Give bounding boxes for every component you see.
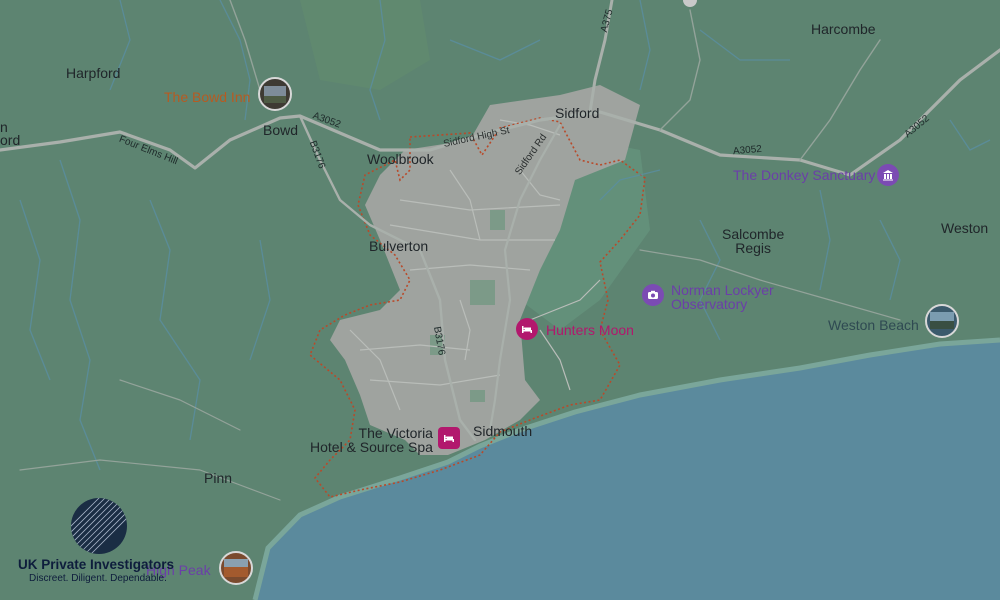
brand-title: UK Private Investigators	[18, 557, 175, 572]
hotel-icon[interactable]	[516, 318, 538, 340]
photo-thumbnail[interactable]	[219, 551, 253, 585]
park	[470, 280, 495, 305]
place-label-victoria-line2: Hotel & Source Spa	[310, 439, 433, 455]
photo-thumbnail[interactable]	[258, 77, 292, 111]
place-label-lockyer-line2: Observatory	[671, 296, 748, 312]
park	[490, 210, 505, 230]
park	[470, 390, 485, 402]
photo-thumbnail[interactable]	[925, 304, 959, 338]
brand-tagline: Discreet. Diligent. Dependable.	[29, 573, 167, 584]
town-label-bulverton[interactable]: Bulverton	[369, 239, 428, 253]
town-label-edge-2[interactable]: ord	[0, 133, 20, 147]
town-label-pinn[interactable]: Pinn	[204, 471, 232, 485]
camera-icon[interactable]	[642, 284, 664, 306]
place-label-norman-lockyer[interactable]: Norman Lockyer Observatory	[671, 283, 774, 311]
place-label-bowd-inn[interactable]: The Bowd Inn	[164, 90, 250, 104]
town-label-salcombe-regis[interactable]: Salcombe Regis	[722, 227, 784, 255]
town-label-harcombe[interactable]: Harcombe	[811, 22, 876, 36]
town-label-sidford[interactable]: Sidford	[555, 106, 599, 120]
town-label-harpford[interactable]: Harpford	[66, 66, 120, 80]
place-label-weston-beach[interactable]: Weston Beach	[828, 318, 919, 332]
place-label-donkey-sanctuary[interactable]: The Donkey Sanctuary	[733, 168, 875, 182]
place-label-victoria-hotel[interactable]: The Victoria Hotel & Source Spa	[310, 426, 433, 454]
town-label-woolbrook[interactable]: Woolbrook	[367, 152, 434, 166]
town-label-regis: Regis	[735, 240, 772, 256]
town-label-weston[interactable]: Weston	[941, 221, 988, 235]
place-label-hunters-moon[interactable]: Hunters Moon	[546, 323, 634, 337]
museum-icon[interactable]	[877, 164, 899, 186]
hotel-icon[interactable]	[438, 427, 460, 449]
town-label-bowd[interactable]: Bowd	[263, 123, 298, 137]
town-label-sidmouth[interactable]: Sidmouth	[473, 424, 532, 438]
